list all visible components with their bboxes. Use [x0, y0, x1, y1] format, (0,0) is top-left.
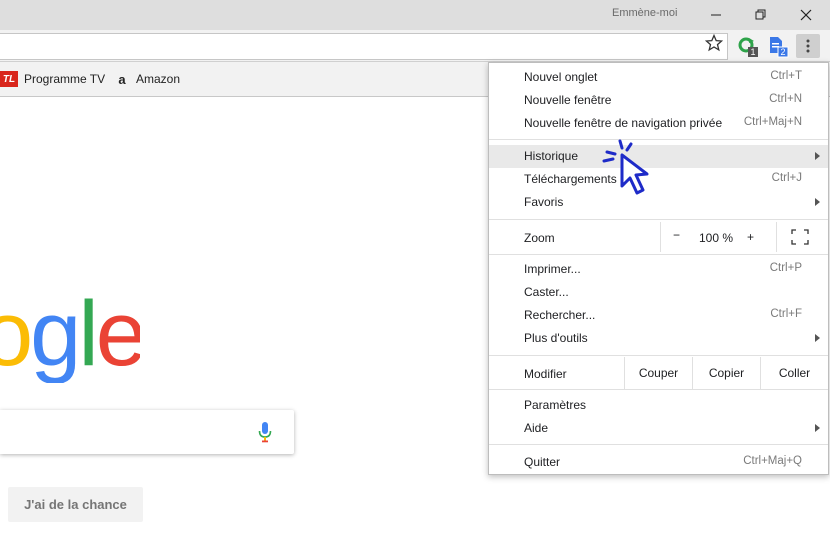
menu-item-shortcut: Ctrl+N — [769, 93, 802, 105]
zoom-row: Zoom − 100 % + — [489, 222, 828, 252]
menu-item-label: Paramètres — [524, 398, 587, 412]
chrome-menu-button[interactable] — [796, 34, 820, 58]
menu-item-label: Nouvelle fenêtre — [524, 93, 612, 107]
menu-separator — [489, 389, 828, 390]
three-dots-vertical-icon — [806, 39, 810, 53]
document-extension-icon: 2 — [770, 37, 789, 58]
refresh-extension-icon: 1 — [738, 37, 758, 57]
zoom-in-button[interactable]: + — [747, 230, 754, 244]
svg-text:ogle: ogle — [0, 293, 140, 383]
menu-separator — [489, 444, 828, 445]
microphone-icon[interactable] — [257, 421, 273, 443]
menu-separator — [489, 219, 828, 220]
extension-2-button[interactable]: 2 — [767, 36, 789, 58]
submenu-arrow-icon — [815, 424, 820, 432]
browser-toolbar: 1 2 — [0, 30, 830, 62]
menu-item-label: Plus d'outils — [524, 331, 588, 345]
extension-1-badge: 1 — [750, 47, 755, 57]
menu-item-help[interactable]: Aide — [489, 417, 828, 440]
zoom-divider — [776, 222, 777, 252]
menu-item-find[interactable]: Rechercher... Ctrl+F — [489, 304, 828, 327]
extension-2-badge: 2 — [780, 47, 785, 57]
submenu-arrow-icon — [815, 152, 820, 160]
menu-item-shortcut: Ctrl+J — [771, 172, 802, 184]
google-logo: ogle — [0, 293, 140, 383]
menu-item-new-tab[interactable]: Nouvel onglet Ctrl+T — [489, 66, 828, 89]
menu-item-label: Imprimer... — [524, 262, 581, 276]
extension-1-button[interactable]: 1 — [737, 36, 759, 58]
close-window-button[interactable] — [783, 0, 828, 30]
menu-item-label: Favoris — [524, 195, 564, 209]
minimize-icon — [710, 14, 721, 16]
menu-item-print[interactable]: Imprimer... Ctrl+P — [489, 258, 828, 281]
cut-button[interactable]: Couper — [624, 357, 692, 389]
restore-button[interactable] — [738, 0, 783, 30]
menu-item-label: Nouvelle fenêtre de navigation privée — [524, 116, 723, 130]
menu-item-label: Nouvel onglet — [524, 70, 598, 84]
menu-item-label: Caster... — [524, 285, 569, 299]
bookmark-programme-tv[interactable]: TL Programme TV — [0, 71, 105, 87]
menu-item-shortcut: Ctrl+Maj+Q — [743, 455, 802, 467]
title-bar: Emmène-moi — [0, 0, 830, 30]
zoom-divider — [660, 222, 661, 252]
submenu-arrow-icon — [815, 334, 820, 342]
programme-tv-logo-icon: TL — [0, 71, 18, 87]
menu-item-quit[interactable]: Quitter Ctrl+Maj+Q — [489, 451, 828, 474]
minimize-button[interactable] — [693, 0, 738, 30]
zoom-label: Zoom — [524, 231, 555, 245]
menu-separator — [489, 355, 828, 356]
bookmark-label: Amazon — [136, 72, 181, 86]
menu-separator — [489, 254, 828, 255]
menu-item-shortcut: Ctrl+Maj+N — [743, 116, 802, 128]
paste-button[interactable]: Coller — [760, 357, 828, 389]
menu-item-label: Quitter — [524, 455, 561, 469]
menu-item-cast[interactable]: Caster... — [489, 281, 828, 304]
zoom-out-button[interactable]: − — [673, 228, 687, 242]
menu-item-settings[interactable]: Paramètres — [489, 394, 828, 417]
profile-name[interactable]: Emmène-moi — [612, 7, 677, 19]
bookmark-star-icon[interactable] — [705, 34, 723, 52]
zoom-level: 100 % — [698, 231, 734, 245]
menu-item-incognito[interactable]: Nouvelle fenêtre de navigation privée Ct… — [489, 112, 828, 135]
edit-label: Modifier — [524, 367, 567, 381]
fullscreen-icon[interactable] — [791, 229, 809, 245]
menu-item-shortcut: Ctrl+F — [770, 308, 802, 320]
amazon-logo-icon: a — [118, 71, 126, 87]
copy-button[interactable]: Copier — [692, 357, 760, 389]
menu-item-label: Aide — [524, 421, 549, 435]
bookmark-label: Programme TV — [24, 72, 106, 86]
close-icon — [800, 9, 811, 21]
address-bar[interactable] — [0, 33, 728, 60]
edit-row: Modifier Couper Copier Coller — [489, 357, 828, 389]
menu-item-shortcut: Ctrl+T — [770, 70, 802, 82]
menu-item-more-tools[interactable]: Plus d'outils — [489, 327, 828, 350]
menu-item-label: Historique — [524, 149, 579, 163]
feeling-lucky-button[interactable]: J'ai de la chance — [8, 487, 143, 522]
restore-icon — [755, 9, 765, 20]
menu-item-shortcut: Ctrl+P — [769, 262, 802, 274]
click-cursor-icon — [602, 139, 649, 195]
menu-item-label: Rechercher... — [524, 308, 596, 322]
menu-item-new-window[interactable]: Nouvelle fenêtre Ctrl+N — [489, 89, 828, 112]
search-input[interactable] — [0, 410, 294, 454]
chrome-main-menu: Nouvel onglet Ctrl+T Nouvelle fenêtre Ct… — [488, 62, 829, 475]
submenu-arrow-icon — [815, 198, 820, 206]
bookmark-amazon[interactable]: a Amazon — [114, 71, 180, 87]
